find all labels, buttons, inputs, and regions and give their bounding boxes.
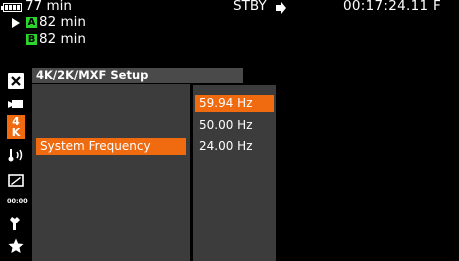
star-icon[interactable] <box>8 238 24 254</box>
arrow-right-icon <box>276 0 287 14</box>
option-24-00-hz[interactable]: 24.00 Hz <box>195 138 274 155</box>
close-icon[interactable] <box>8 73 24 89</box>
timecode-icon[interactable]: 00:00 <box>7 196 28 206</box>
audio-icon[interactable] <box>8 147 24 163</box>
media-icon[interactable] <box>8 172 24 187</box>
menu-header: 4K/2K/MXF Setup <box>32 68 243 83</box>
4k-icon[interactable]: 4K <box>7 115 25 139</box>
slot-a-badge: A <box>26 17 37 28</box>
option-59-94-hz[interactable]: 59.94 Hz <box>195 95 274 112</box>
option-50-00-hz[interactable]: 50.00 Hz <box>195 117 274 134</box>
camera-icon[interactable] <box>8 96 24 110</box>
wrench-icon[interactable] <box>8 215 24 231</box>
menu-panel <box>32 84 190 261</box>
battery-icon <box>1 3 22 12</box>
slot-a-time: 82 min <box>39 14 86 30</box>
mode-status: STBY <box>233 0 267 14</box>
battery-time: 77 min <box>25 0 72 14</box>
slot-b-badge: B <box>26 34 37 45</box>
menu-item-system-frequency[interactable]: System Frequency <box>36 138 186 155</box>
slot-b-time: 82 min <box>39 31 86 47</box>
play-icon <box>12 18 20 28</box>
timecode: 00:17:24.11 F <box>343 0 442 14</box>
